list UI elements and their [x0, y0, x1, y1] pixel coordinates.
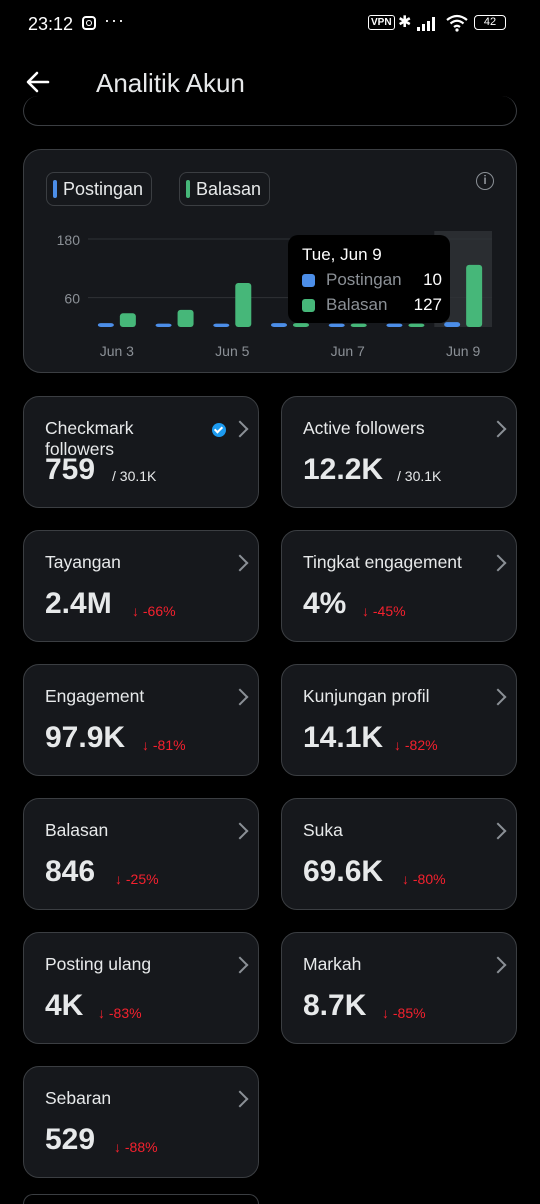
stat-label: Engagement	[45, 686, 145, 706]
stat-value: 529	[45, 1123, 96, 1156]
back-arrow-icon[interactable]	[24, 68, 52, 96]
stat-suka[interactable]: Suka 69.6K ↓ -80%	[281, 798, 517, 910]
bar-balasan	[119, 313, 136, 327]
chart-tooltip: Tue, Jun 9 Postingan 10 Balasan 127	[288, 235, 450, 323]
stat-label: Tayangan	[45, 552, 121, 572]
tooltip-balasan-value: 127	[413, 295, 442, 314]
stat-delta: ↓ -81%	[142, 737, 186, 753]
bar-postingan	[444, 322, 461, 327]
instagram-icon	[82, 16, 96, 30]
stat-delta: ↓ -80%	[402, 871, 446, 887]
stat-value: 69.6K	[303, 855, 384, 888]
tooltip-balasan-swatch	[302, 299, 315, 312]
stat-delta: ↓ -25%	[115, 871, 159, 887]
stat-delta: ↓ -66%	[132, 603, 176, 619]
previous-card-edge	[23, 96, 517, 126]
bar-balasan	[235, 283, 252, 327]
x-tick-label: Jun 3	[100, 343, 134, 359]
stat-total: / 30.1K	[397, 468, 442, 484]
x-tick-label: Jun 7	[331, 343, 365, 359]
stat-label: Markah	[303, 954, 362, 974]
stat-balasan[interactable]: Balasan 846 ↓ -25%	[23, 798, 259, 910]
bar-balasan	[177, 309, 194, 327]
chevron-right-icon	[231, 822, 249, 840]
x-tick-label: Jun 9	[446, 343, 480, 359]
stat-value: 2.4M	[45, 587, 112, 620]
chevron-right-icon	[489, 554, 507, 572]
y-tick-label: 180	[57, 232, 81, 248]
stat-delta: ↓ -88%	[114, 1139, 158, 1155]
activity-chart-card: Postingan Balasan i 180 60 Jun 3 Jun 5 Jun 7…	[23, 149, 517, 373]
tooltip-postingan-label: Postingan	[326, 270, 402, 289]
stat-label: Tingkat engagement	[303, 552, 462, 572]
status-time: 23:12	[28, 14, 74, 34]
x-tick-label: Jun 5	[215, 343, 249, 359]
stat-checkmark-followers[interactable]: Checkmark followers 759 / 30.1K	[23, 396, 259, 508]
stat-tingkat-engagement[interactable]: Tingkat engagement 4% ↓ -45%	[281, 530, 517, 642]
battery-icon: 42	[474, 15, 506, 30]
tooltip-row-postingan: Postingan 10	[302, 270, 442, 292]
stat-label: Balasan	[45, 820, 109, 840]
tooltip-postingan-swatch	[302, 274, 315, 287]
stat-delta: ↓ -83%	[98, 1005, 142, 1021]
stat-value: 97.9K	[45, 721, 126, 754]
stat-value: 4%	[303, 587, 347, 620]
chevron-right-icon	[231, 1090, 249, 1108]
tooltip-postingan-value: 10	[423, 270, 442, 289]
bar-postingan	[97, 323, 114, 327]
stat-active-followers[interactable]: Active followers 12.2K / 30.1K	[281, 396, 517, 508]
stat-total: / 30.1K	[112, 468, 157, 484]
stat-engagement[interactable]: Engagement 97.9K ↓ -81%	[23, 664, 259, 776]
bar-postingan	[271, 323, 287, 327]
bar-postingan	[213, 323, 230, 327]
stat-delta: ↓ -85%	[382, 1005, 426, 1021]
y-tick-label: 60	[64, 291, 80, 307]
chevron-right-icon	[231, 554, 249, 572]
tooltip-title: Tue, Jun 9	[302, 245, 382, 264]
vpn-icon: VPN	[368, 15, 395, 30]
signal-icon	[417, 17, 435, 31]
bar-postingan	[386, 323, 403, 327]
chevron-right-icon	[489, 688, 507, 706]
stat-value: 4K	[45, 989, 84, 1022]
chevron-right-icon	[231, 956, 249, 974]
stat-value: 846	[45, 855, 96, 888]
stat-label: Active followers	[303, 418, 425, 438]
chevron-right-icon	[489, 822, 507, 840]
bar-postingan	[155, 323, 172, 327]
stat-label: Posting ulang	[45, 954, 152, 974]
stat-value: 14.1K	[303, 721, 384, 754]
chevron-right-icon	[231, 688, 249, 706]
more-notifications-icon: ···	[104, 10, 125, 30]
chevron-right-icon	[489, 956, 507, 974]
bar-postingan	[328, 323, 345, 327]
bar-balasan	[293, 323, 309, 327]
bar-balasan	[466, 264, 483, 327]
bar-balasan	[350, 323, 367, 327]
stat-label: Sebaran	[45, 1088, 112, 1108]
tooltip-row-balasan: Balasan 127	[302, 295, 442, 317]
stat-delta: ↓ -45%	[362, 603, 406, 619]
chevron-right-icon	[489, 420, 507, 438]
stat-value: 8.7K	[303, 989, 367, 1022]
stat-delta: ↓ -82%	[394, 737, 438, 753]
chevron-right-icon	[231, 420, 249, 438]
tooltip-balasan-label: Balasan	[326, 295, 388, 314]
stat-label: Suka	[303, 820, 343, 840]
stat-value: 759	[45, 453, 96, 486]
page-title: Analitik Akun	[96, 68, 245, 98]
bluetooth-icon: ✱	[398, 14, 412, 31]
stat-posting-ulang[interactable]: Posting ulang 4K ↓ -83%	[23, 932, 259, 1044]
stat-value: 12.2K	[303, 453, 384, 486]
wifi-icon	[446, 14, 468, 32]
status-bar: 23:12 ··· VPN ✱ 42	[0, 0, 540, 48]
stat-label: Kunjungan profil	[303, 686, 430, 706]
stat-markah[interactable]: Markah 8.7K ↓ -85%	[281, 932, 517, 1044]
next-card-edge	[23, 1194, 259, 1204]
stat-sebaran[interactable]: Sebaran 529 ↓ -88%	[23, 1066, 259, 1178]
bar-balasan	[408, 323, 425, 327]
stat-tayangan[interactable]: Tayangan 2.4M ↓ -66%	[23, 530, 259, 642]
stat-kunjungan-profil[interactable]: Kunjungan profil 14.1K ↓ -82%	[281, 664, 517, 776]
verified-badge-icon	[212, 423, 226, 437]
